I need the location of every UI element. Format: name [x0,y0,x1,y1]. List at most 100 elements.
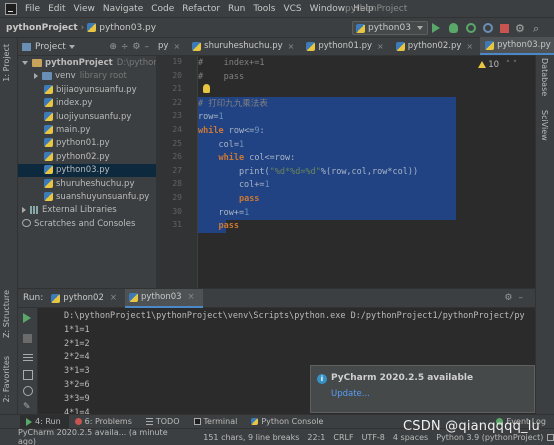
tab-project-tool[interactable]: 1: Project [2,44,11,82]
close-icon[interactable]: × [173,42,180,51]
rerun-icon[interactable] [23,313,31,323]
tab-sciview-tool[interactable]: SciView [540,110,549,141]
print-icon[interactable] [23,386,33,396]
close-icon[interactable]: × [288,42,295,51]
tree-item[interactable]: venv library root [18,70,156,83]
warnings-indicator[interactable]: 10 ˄ ˅ [478,60,517,70]
run-panel-label: Run: [23,293,44,303]
menu-code[interactable]: Code [147,0,178,18]
lock-icon[interactable] [547,433,554,441]
status-message[interactable]: PyCharm 2020.2.5 availa... (a minute ago… [0,428,177,445]
project-panel-title[interactable]: Project [35,42,66,52]
editor-tab[interactable]: python02.py × [391,37,480,55]
lightbulb-icon[interactable] [203,84,210,93]
breadcrumb-file[interactable]: python03.py [99,23,156,33]
tree-item[interactable]: python01.py [18,137,156,150]
project-panel-toolbar-icons[interactable]: ⊕÷⚙– [109,42,156,52]
run-with-coverage-icon[interactable] [466,23,476,33]
chevron-down-icon[interactable] [22,60,28,65]
chevron-right-icon[interactable] [34,72,38,79]
tab-favorites-tool[interactable]: 2: Favorites [2,356,11,402]
menu-tools[interactable]: Tools [249,0,279,18]
tree-item[interactable]: main.py [18,124,156,137]
tree-item[interactable]: suanshuyunsuanfu.py [18,191,156,204]
menu-file[interactable]: File [21,0,44,18]
breadcrumb-project[interactable]: pythonProject [0,23,78,33]
tree-item[interactable]: Scratches and Consoles [18,218,156,231]
run-play-icon[interactable] [432,23,440,33]
tree-item-label: suanshuyunsuanfu.py [56,192,150,202]
tree-item[interactable]: bijiaoyunsuanfu.py [18,84,156,97]
search-everywhere-icon[interactable]: ⌕ [533,22,545,35]
python-file-icon [44,151,53,161]
console-line: 3*2=6 [64,380,90,390]
stop-icon[interactable] [500,24,509,33]
chevron-down-icon[interactable]: ˅ [513,60,517,70]
right-tool-strip: Database SciView [535,38,554,414]
tool-tab-python-console[interactable]: Python Console [245,415,331,429]
line-number: 22 [172,97,182,107]
editor-tab[interactable]: py × [156,37,187,55]
close-icon[interactable]: × [466,42,473,51]
tool-tab-problems[interactable]: 6: Problems [69,415,140,429]
profile-icon[interactable] [483,23,493,33]
menu-vcs[interactable]: VCS [279,0,305,18]
tool-tab-todo[interactable]: TODO [140,415,188,429]
tree-item[interactable]: luojiyunsuanfu.py [18,111,156,124]
soft-wrap-icon[interactable] [23,354,33,355]
tree-item[interactable]: shuruheshuchu.py [18,178,156,191]
close-icon[interactable]: × [110,293,117,303]
run-configuration-label: python03 [368,23,411,33]
run-tab[interactable]: python03 × [124,288,203,308]
python-file-icon [356,23,365,33]
tree-item-label: shuruheshuchu.py [56,178,135,189]
menu-refactor[interactable]: Refactor [178,0,224,18]
debug-bug-icon[interactable] [449,23,458,33]
stop-icon[interactable] [23,334,32,343]
editor-tab[interactable]: python01.py × [301,37,390,55]
tab-database-tool[interactable]: Database [540,58,549,96]
close-icon[interactable]: × [377,42,384,51]
tree-item[interactable]: pythonProject D:\pythonP [18,57,164,70]
tree-item[interactable]: python03.py [18,164,156,178]
tree-item[interactable]: python02.py [18,151,156,164]
tab-structure-tool[interactable]: Z: Structure [2,290,11,338]
chevron-up-icon[interactable]: ˄ [506,60,510,70]
editor-tab[interactable]: python03.py× [480,37,554,55]
run-tab[interactable]: python02 × [47,289,125,308]
menu-edit[interactable]: Edit [44,0,69,18]
pycharm-logo-icon [5,2,17,15]
line-number: 19 [172,57,182,66]
status-encoding[interactable]: UTF-8 [354,433,385,442]
run-icon [26,417,32,426]
pin-icon[interactable]: ✎ [23,402,33,412]
code-line: pass [238,194,260,204]
settings-wrench-icon[interactable]: ⚙ [515,22,527,35]
tool-tab-label: Python Console [261,417,324,426]
tool-tab-terminal[interactable]: Terminal [188,415,246,429]
tree-item-label: main.py [56,125,91,135]
run-configuration-select[interactable]: python03 [352,21,428,35]
code-editor[interactable]: 19 20 21 22 23 24 25 26 27 28 29 30 31 # index+=1 # p… [156,56,535,288]
editor-tab-label: shuruheshuchu.py [204,41,283,51]
menu-run[interactable]: Run [224,0,249,18]
chevron-down-icon[interactable] [68,44,75,49]
status-caret-position[interactable]: 22:1 [299,433,325,442]
run-panel-header-icons[interactable]: ⚙– [504,293,535,303]
editor-tab[interactable]: shuruheshuchu.py × [187,37,301,55]
line-number: 31 [172,220,182,230]
menu-navigate[interactable]: Navigate [99,0,147,18]
editor-tab-label: python03.py [497,40,551,50]
scroll-to-end-icon[interactable] [23,370,33,380]
tree-item[interactable]: index.py [18,97,156,110]
close-icon[interactable]: × [188,292,195,302]
menu-view[interactable]: View [70,0,99,18]
tree-item[interactable]: External Libraries [18,204,156,217]
menu-window[interactable]: Window [306,0,350,18]
update-link[interactable]: Update... [331,389,370,399]
tree-item-label: python02.py [56,151,110,162]
chevron-right-icon[interactable] [22,206,26,213]
status-line-separator[interactable]: CRLF [325,433,353,442]
tree-item-label: pythonProject [45,58,113,68]
tool-tab-run[interactable]: 4: Run [20,414,69,429]
